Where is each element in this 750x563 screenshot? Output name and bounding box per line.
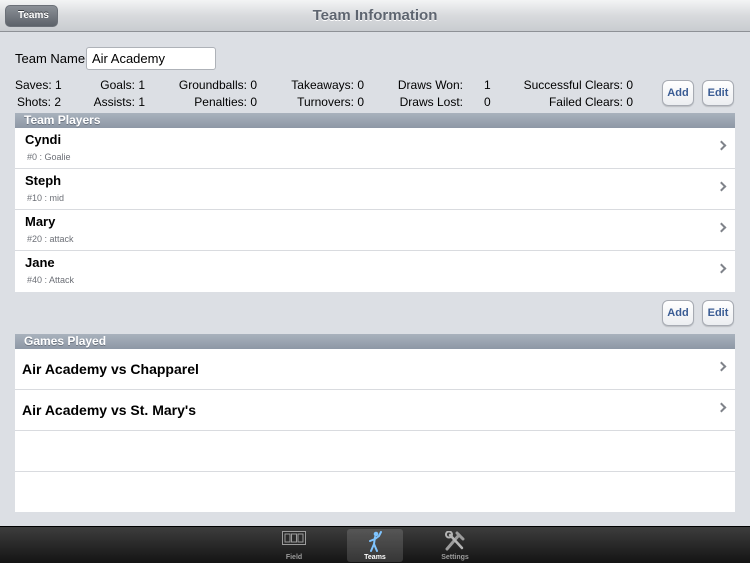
- player-name: Steph: [25, 173, 62, 188]
- team-players-header: Team Players: [15, 113, 735, 128]
- player-name: Mary: [25, 214, 56, 229]
- player-row-cyndi[interactable]: Cyndi #0 : Goalie: [15, 128, 735, 169]
- tab-field[interactable]: Field: [266, 529, 322, 562]
- saves-stat: Saves: 1: [15, 78, 62, 92]
- tab-bar: Field Teams Settings: [0, 526, 750, 563]
- saves-label: Saves:: [15, 78, 52, 92]
- game-row-st-marys[interactable]: Air Academy vs St. Mary's: [15, 390, 735, 431]
- tab-label: Teams: [364, 554, 386, 561]
- player-row-jane[interactable]: Jane #40 : Attack: [15, 251, 735, 292]
- add-stats-button[interactable]: Add: [662, 80, 694, 106]
- groundballs-stat: Groundballs: 0: [179, 78, 257, 92]
- chevron-right-icon: [716, 263, 727, 274]
- saves-value: 1: [55, 78, 62, 92]
- successful-clears-label: Successful Clears:: [523, 78, 623, 92]
- games-played-header: Games Played: [15, 334, 735, 349]
- chevron-right-icon: [716, 140, 727, 151]
- edit-players-button[interactable]: Edit: [702, 300, 734, 326]
- turnovers-value: 0: [357, 95, 364, 109]
- player-detail: #20 : attack: [27, 234, 74, 244]
- chevron-right-icon: [716, 222, 727, 233]
- draws-won-label: Draws Won:: [397, 78, 463, 92]
- game-title: Air Academy vs St. Mary's: [22, 402, 197, 418]
- goals-stat: Goals: 1: [100, 78, 145, 92]
- draws-lost-value: 0: [484, 95, 491, 109]
- draws-won-value: 1: [484, 78, 491, 92]
- chevron-right-icon: [716, 181, 727, 192]
- assists-value: 1: [138, 95, 145, 109]
- page-title: Team Information: [312, 7, 438, 24]
- assists-label: Assists:: [93, 95, 135, 109]
- edit-stats-button[interactable]: Edit: [702, 80, 734, 106]
- tab-label: Settings: [441, 554, 469, 561]
- shots-value: 2: [54, 95, 62, 109]
- empty-row: [15, 431, 735, 472]
- player-detail: #0 : Goalie: [27, 152, 71, 162]
- successful-clears-stat: Successful Clears: 0: [524, 78, 633, 92]
- takeaways-label: Takeaways:: [291, 78, 354, 92]
- games-list: Air Academy vs Chapparel Air Academy vs …: [15, 349, 735, 512]
- player-name: Jane: [25, 255, 55, 270]
- successful-clears-value: 0: [626, 78, 633, 92]
- groundballs-label: Groundballs:: [178, 78, 247, 92]
- failed-clears-label: Failed Clears:: [548, 95, 623, 109]
- add-player-button[interactable]: Add: [662, 300, 694, 326]
- goals-label: Goals:: [100, 78, 135, 92]
- draws-lost-label: Draws Lost:: [399, 95, 463, 109]
- player-detail: #40 : Attack: [27, 275, 75, 285]
- empty-row: [15, 472, 735, 513]
- tab-settings[interactable]: Settings: [427, 529, 483, 562]
- failed-clears-stat: Failed Clears: 0: [549, 95, 633, 109]
- players-list: Cyndi #0 : Goalie Steph #10 : mid Mary #…: [15, 128, 735, 292]
- turnovers-stat: Turnovers: 0: [297, 95, 364, 109]
- failed-clears-value: 0: [626, 95, 633, 109]
- lacrosse-player-icon: [369, 531, 382, 552]
- tab-label: Field: [285, 554, 303, 561]
- player-name: Cyndi: [25, 132, 62, 147]
- penalties-value: 0: [250, 95, 257, 109]
- shots-label: Shots:: [17, 95, 52, 109]
- game-row-chapparel[interactable]: Air Academy vs Chapparel: [15, 349, 735, 390]
- assists-stat: Assists: 1: [94, 95, 145, 109]
- penalties-label: Penalties:: [194, 95, 247, 109]
- groundballs-value: 0: [250, 78, 257, 92]
- team-name-field[interactable]: [86, 47, 216, 70]
- chevron-right-icon: [716, 402, 727, 413]
- penalties-stat: Penalties: 0: [194, 95, 257, 109]
- player-row-mary[interactable]: Mary #20 : attack: [15, 210, 735, 251]
- takeaways-stat: Takeaways: 0: [291, 78, 364, 92]
- takeaways-value: 0: [357, 78, 364, 92]
- goals-value: 1: [138, 78, 145, 92]
- scoreboard-icon: [282, 531, 306, 545]
- game-title: Air Academy vs Chapparel: [22, 361, 199, 377]
- player-row-steph[interactable]: Steph #10 : mid: [15, 169, 735, 210]
- tools-icon: [445, 531, 465, 551]
- shots-stat: Shots: 2: [17, 95, 61, 109]
- tab-teams[interactable]: Teams: [347, 529, 403, 562]
- player-detail: #10 : mid: [27, 193, 65, 203]
- chevron-right-icon: [716, 361, 727, 372]
- team-name-label: Team Name: [15, 51, 86, 66]
- turnovers-label: Turnovers:: [297, 95, 354, 109]
- navigation-bar: Teams Team Information: [0, 0, 750, 32]
